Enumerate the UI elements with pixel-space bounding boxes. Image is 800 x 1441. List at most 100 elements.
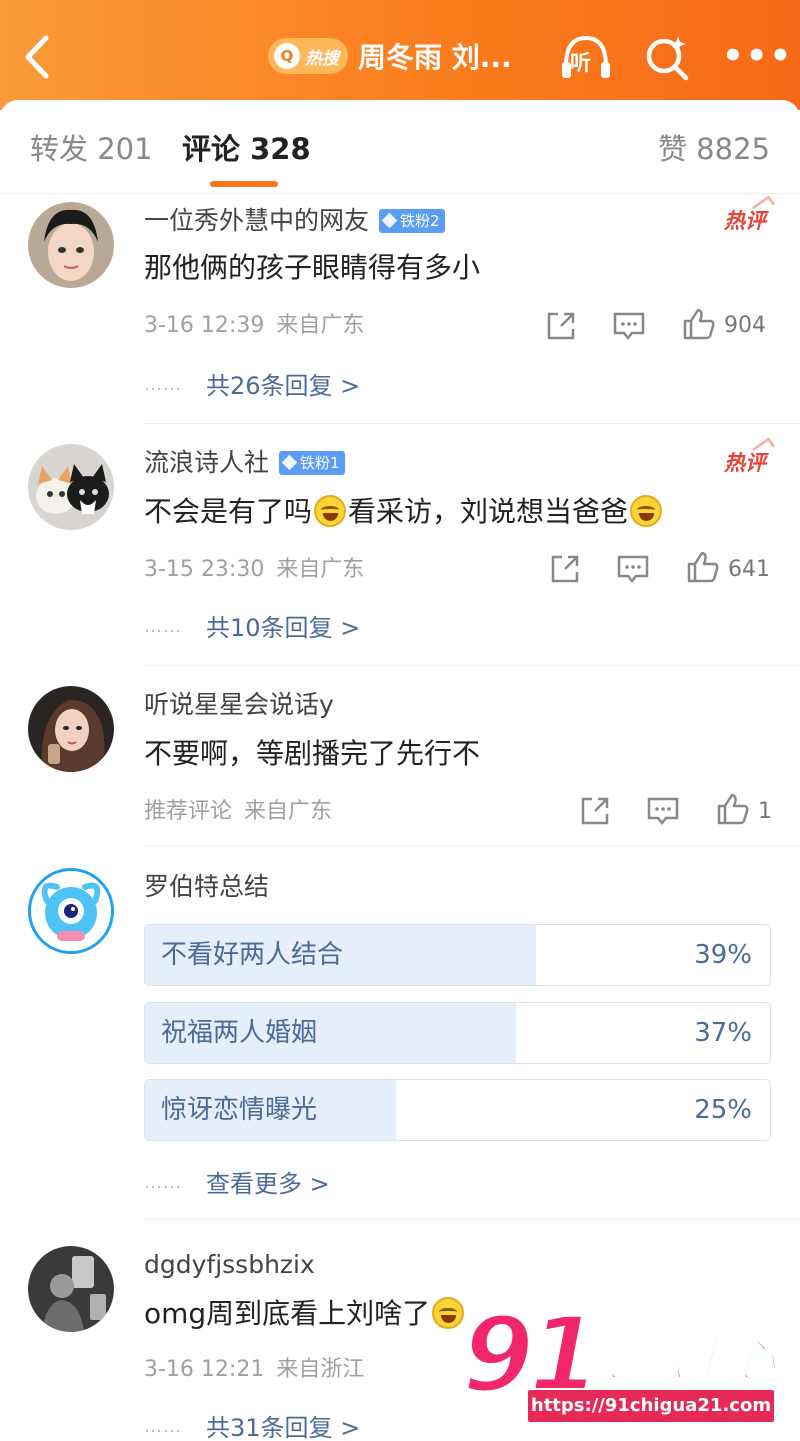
tab-repost[interactable]: 转发 201 <box>30 128 153 170</box>
comment-time: 3-16 12:21 <box>144 1357 265 1382</box>
avatar-image <box>28 202 114 288</box>
reply-button[interactable] <box>612 309 646 343</box>
poll-option-percent: 25% <box>694 1095 752 1125</box>
poll-option[interactable]: 祝福两人婚姻 37% <box>144 1002 771 1064</box>
watermark-url: https://91chigua21.com <box>526 1388 776 1424</box>
avatar[interactable] <box>28 202 114 288</box>
comment-location: 来自广东 <box>244 799 333 824</box>
comment-time: 3-16 12:39 <box>144 313 265 338</box>
share-button[interactable] <box>578 794 612 828</box>
like-button[interactable] <box>716 792 750 826</box>
comment-text[interactable]: 不要啊，等剧播完了先行不 <box>144 734 480 774</box>
share-icon <box>581 797 609 825</box>
reply-dots: …… <box>144 616 182 637</box>
username-text: 一位秀外慧中的网友 <box>144 206 370 235</box>
fan-badge: 铁粉1 <box>279 450 345 475</box>
avatar-image <box>28 686 114 772</box>
like-count: 641 <box>728 557 770 582</box>
view-more-link[interactable]: …… 查看更多 > <box>144 1166 330 1201</box>
comment-meta: 3-15 23:30 来自广东 <box>144 554 364 586</box>
listen-label: 听 <box>570 51 591 75</box>
crying-emoji-icon <box>432 1297 465 1329</box>
watermark-text: 吃瓜中心 <box>591 1332 777 1388</box>
comment-item: 一位秀外慧中的网友 铁粉2 热评 那他俩的孩子眼睛得有多小 3-16 12:39 来… <box>0 194 800 424</box>
comment-meta: 3-16 12:21 来自浙江 <box>144 1354 364 1386</box>
comment-item: 流浪诗人社 铁粉1 热评 不会是有了吗 看采访，刘说想当爸爸 3-15 23:30 来… <box>0 424 800 666</box>
view-more-text: 查看更多 > <box>206 1170 330 1198</box>
thumbs-up-icon <box>683 308 715 340</box>
comment-text[interactable]: 那他俩的孩子眼睛得有多小 <box>144 248 480 288</box>
diamond-icon <box>381 212 398 229</box>
comment-text[interactable]: 不会是有了吗 看采访，刘说想当爸爸 <box>144 492 664 532</box>
avatar-image <box>28 444 114 530</box>
username[interactable]: 听说星星会说话y <box>144 688 334 722</box>
comment-location: 来自广东 <box>276 557 365 582</box>
fan-badge-label: 铁粉1 <box>300 453 340 472</box>
comment-text-part: 不会是有了吗 <box>144 495 313 528</box>
username-text: 流浪诗人社 <box>144 448 270 477</box>
share-button[interactable] <box>548 552 582 586</box>
username[interactable]: dgdyfjssbhzix <box>144 1248 315 1282</box>
back-arrow-icon <box>25 35 49 79</box>
comment-location: 来自广东 <box>276 313 365 338</box>
listen-button[interactable]: 听 <box>558 32 614 84</box>
active-tab-indicator <box>210 181 278 187</box>
avatar-image <box>31 871 111 951</box>
poll-comment-item: 罗伯特总结 不看好两人结合 39% 祝福两人婚姻 37% 惊讶恋情曝光 25% … <box>0 846 800 1220</box>
reply-dots: …… <box>144 1172 182 1193</box>
like-count: 1 <box>758 799 772 824</box>
site-watermark-logo: 91 吃瓜中心 https://91chigua21.com <box>460 1298 782 1430</box>
poll-option-label: 祝福两人婚姻 <box>161 1018 318 1048</box>
reply-dots: …… <box>144 374 182 395</box>
hot-search-pill[interactable]: Q 热搜 <box>268 38 348 74</box>
poll-option-percent: 37% <box>694 1018 752 1048</box>
poll-option[interactable]: 不看好两人结合 39% <box>144 924 771 986</box>
top-nav-bar: Q 热搜 周冬雨 刘... 听 ••• <box>0 0 800 110</box>
tab-comment[interactable]: 评论 328 <box>182 128 311 170</box>
tab-bar: 转发 201 评论 328 赞 8825 <box>0 100 800 194</box>
like-button[interactable] <box>686 550 720 584</box>
poll-option-percent: 39% <box>694 940 752 970</box>
tab-like[interactable]: 赞 8825 <box>658 128 770 170</box>
like-button[interactable] <box>682 307 716 341</box>
view-replies-link[interactable]: …… 共10条回复 > <box>144 610 360 645</box>
hot-search-icon: Q <box>274 43 300 69</box>
fan-badge: 铁粉2 <box>379 208 445 233</box>
comment-text-part: omg周到底看上刘啥了 <box>144 1297 431 1330</box>
thumbs-up-icon <box>717 793 749 825</box>
avatar[interactable] <box>28 1246 114 1332</box>
like-count: 904 <box>724 313 766 338</box>
comment-icon <box>617 555 649 584</box>
hot-comment-tag: 热评 <box>724 206 766 236</box>
reply-button[interactable] <box>646 794 680 828</box>
reply-button[interactable] <box>616 552 650 586</box>
avatar[interactable] <box>28 444 114 530</box>
laugh-cry-emoji-icon <box>314 495 347 527</box>
share-button[interactable] <box>544 309 578 343</box>
poll-option[interactable]: 惊讶恋情曝光 25% <box>144 1079 771 1141</box>
username[interactable]: 流浪诗人社 铁粉1 <box>144 446 345 480</box>
reply-count-text: 共31条回复 > <box>206 1414 361 1441</box>
avatar[interactable] <box>28 686 114 772</box>
topic-title[interactable]: 周冬雨 刘... <box>358 38 512 78</box>
hot-search-label: 热搜 <box>305 48 339 69</box>
search-button[interactable] <box>642 32 694 84</box>
username[interactable]: 一位秀外慧中的网友 铁粉2 <box>144 204 445 238</box>
comment-time: 推荐评论 <box>144 799 233 824</box>
comment-time: 3-15 23:30 <box>144 557 265 582</box>
comment-location: 来自浙江 <box>276 1357 365 1382</box>
comment-text-part: 看采访，刘说想当爸爸 <box>348 495 629 528</box>
diamond-icon <box>281 454 298 471</box>
comment-text[interactable]: omg周到底看上刘啥了 <box>144 1294 466 1334</box>
more-options-icon[interactable]: ••• <box>722 34 791 78</box>
comment-meta: 推荐评论 来自广东 <box>144 796 332 828</box>
avatar[interactable] <box>28 868 114 954</box>
reply-dots: …… <box>144 1416 182 1437</box>
view-replies-link[interactable]: …… 共31条回复 > <box>144 1410 360 1441</box>
fan-badge-label: 铁粉2 <box>400 211 440 230</box>
hot-comment-tag: 热评 <box>724 448 766 478</box>
thumbs-up-icon <box>687 551 719 583</box>
username[interactable]: 罗伯特总结 <box>144 870 269 904</box>
view-replies-link[interactable]: …… 共26条回复 > <box>144 368 360 403</box>
back-button[interactable] <box>18 30 62 84</box>
